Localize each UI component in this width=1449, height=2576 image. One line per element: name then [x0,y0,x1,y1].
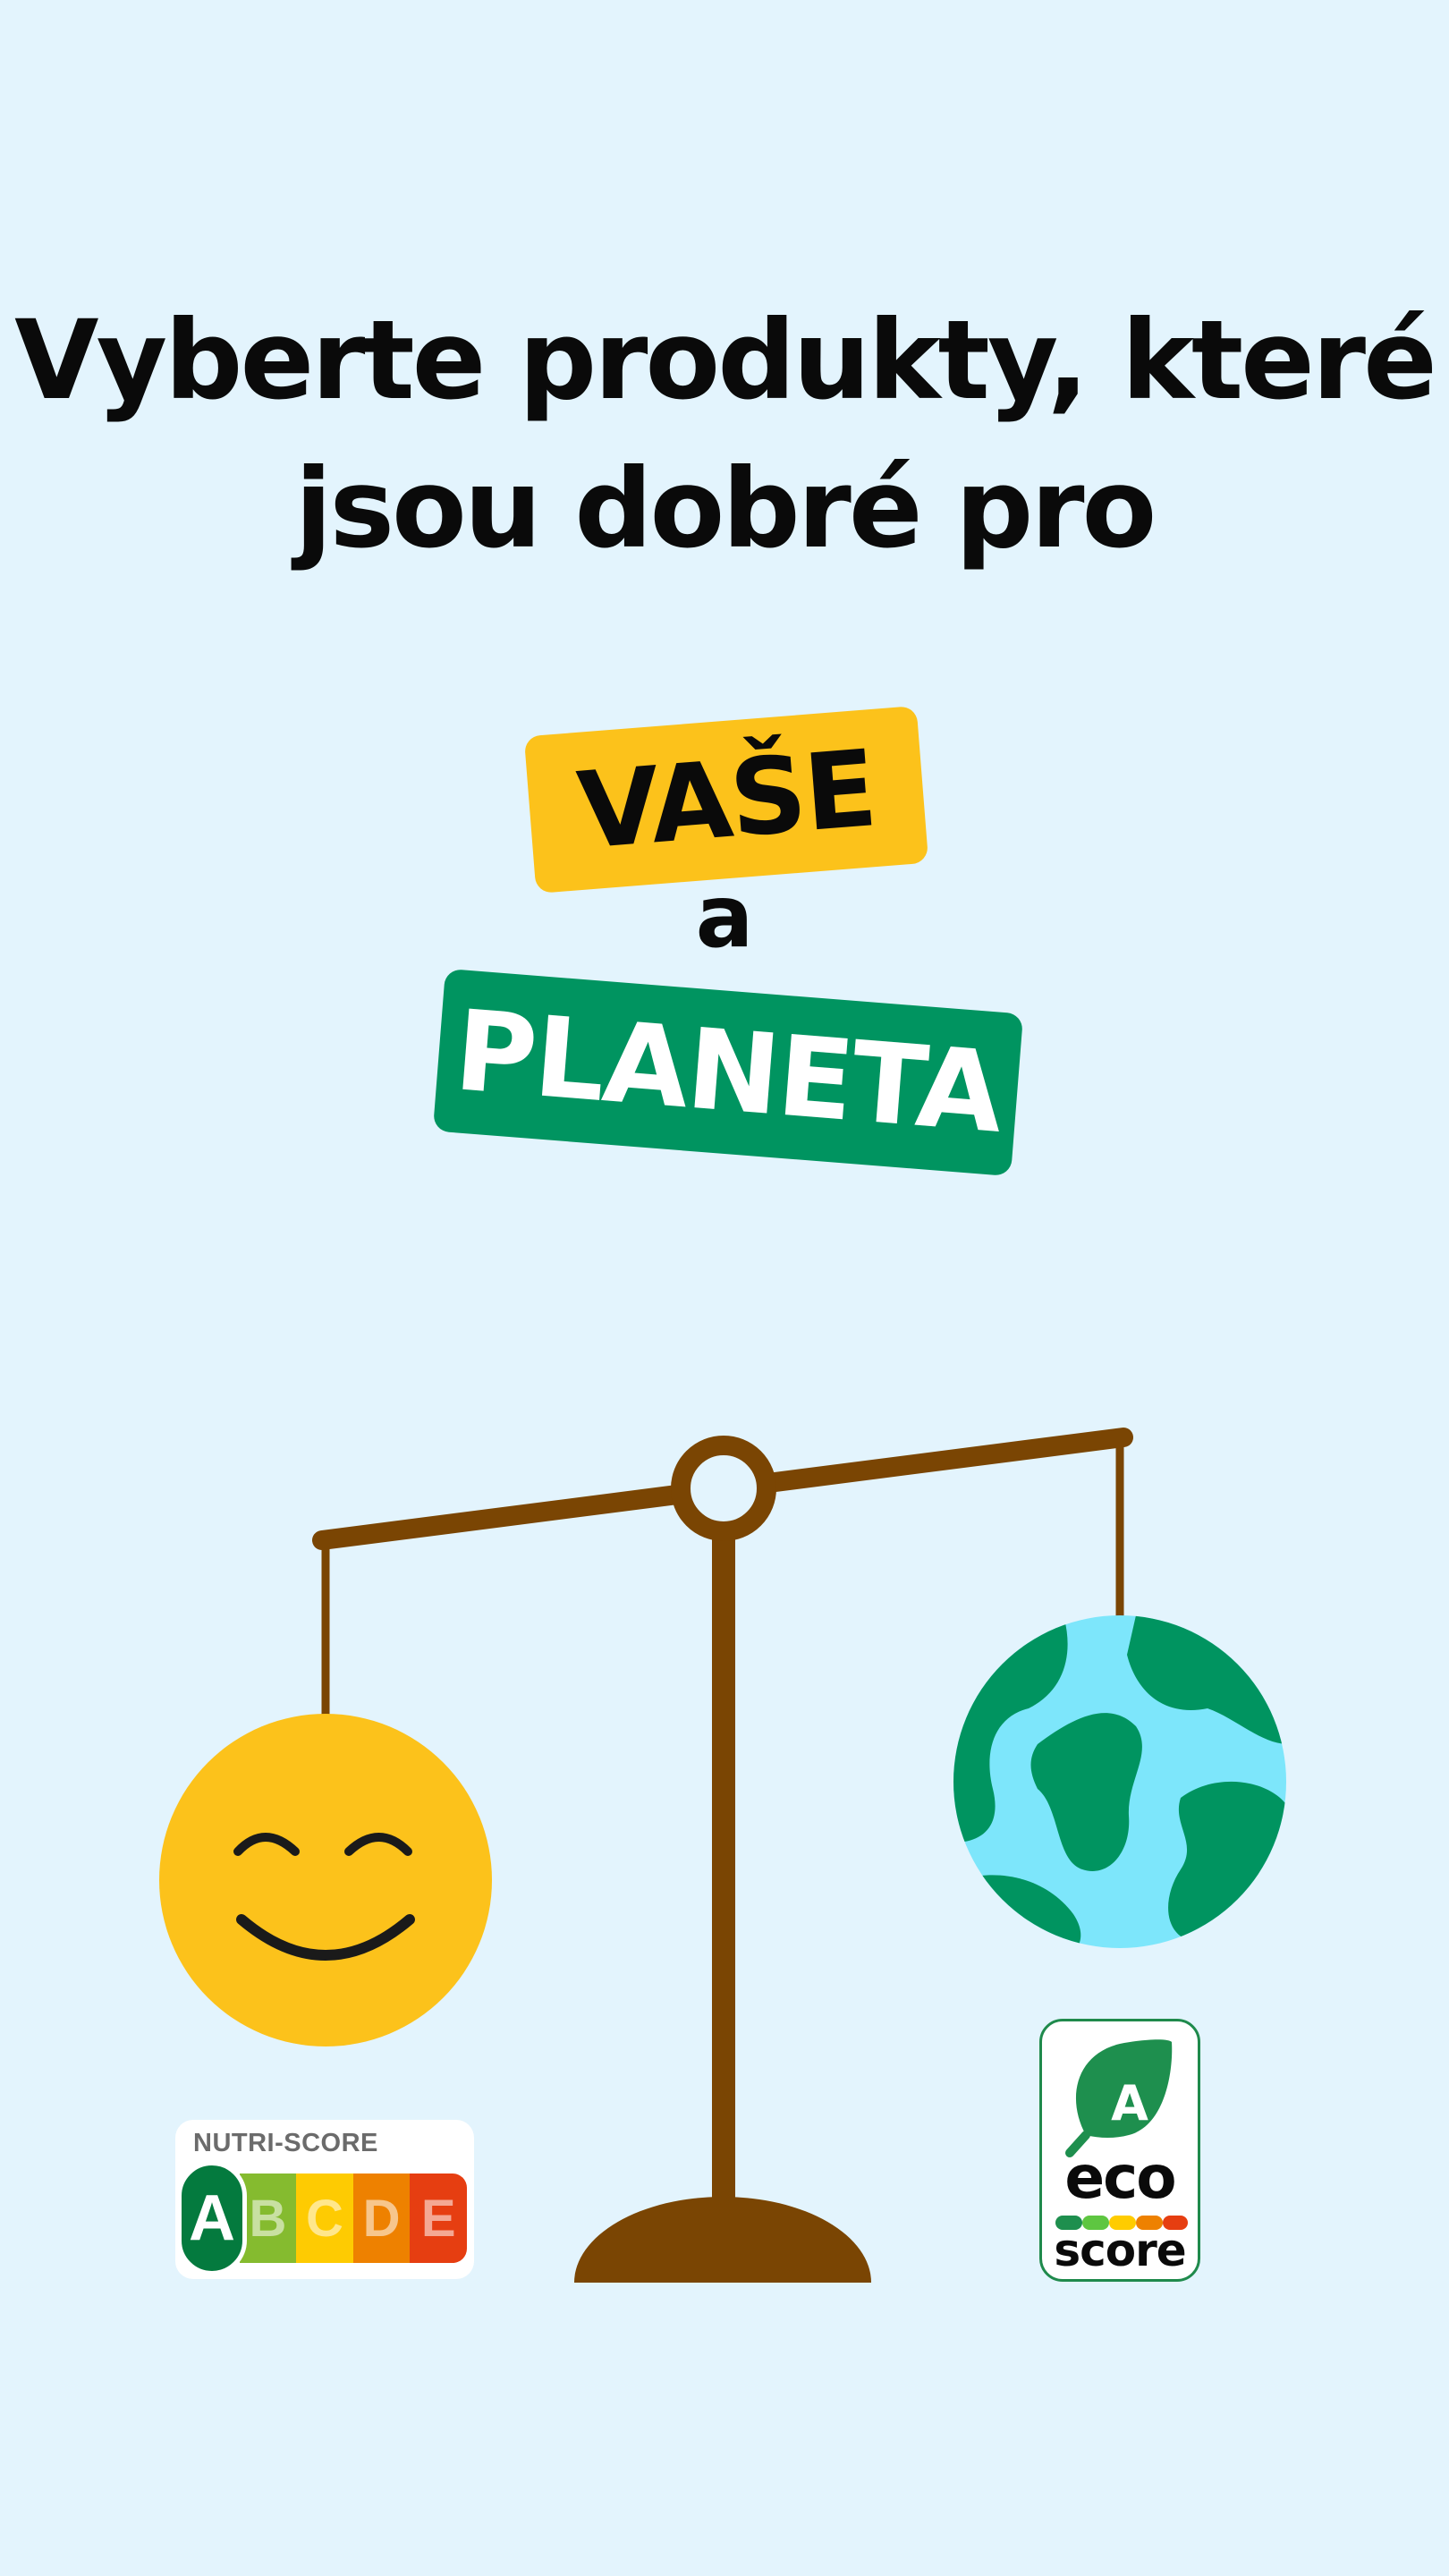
scale-pole [712,1503,735,2209]
smiling-face-icon [159,1714,492,2046]
nutri-grade-c: C [296,2174,353,2263]
eco-score-logo: A eco score [1039,2019,1200,2282]
nutri-grade-b: B [239,2174,297,2263]
nutri-grade-d: D [352,2174,411,2263]
scale-pivot [671,1436,776,1541]
nutri-score-label: NUTRI-SCORE [193,2129,378,2157]
earth-globe-icon [953,1615,1286,1948]
nutri-grade-a-active: A [177,2161,247,2275]
eco-score-grade: A [1111,2075,1148,2131]
eco-score-sub: score [1054,2224,1186,2276]
nutri-score-logo: NUTRI-SCORE B C D E A [175,2120,474,2279]
eco-score-word: eco [1064,2143,1176,2212]
nutri-grade-e: E [410,2174,467,2263]
scale-base [574,2197,871,2283]
